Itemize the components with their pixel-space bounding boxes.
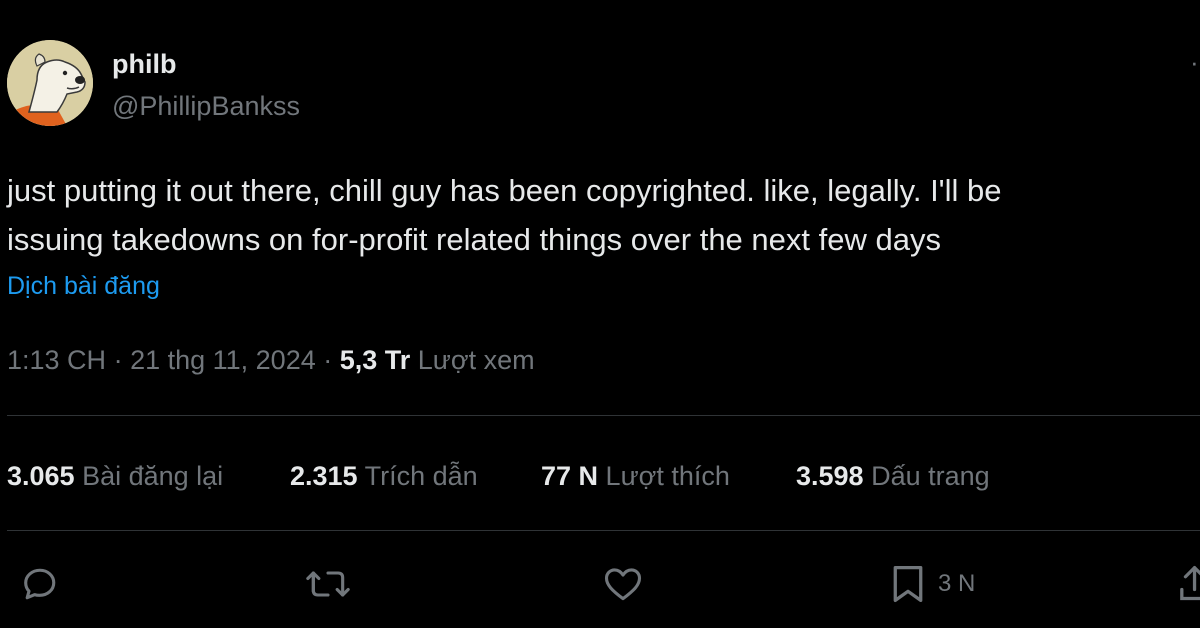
views-count[interactable]: 5,3 Tr [340,345,411,375]
share-button[interactable] [1180,562,1200,606]
reposts-label: Bài đăng lại [74,461,224,491]
tweet-text: just putting it out there, chill guy has… [7,166,1200,264]
bookmarks-label: Dấu trang [863,461,990,491]
more-icon[interactable]: · [1190,50,1200,74]
tweet-date[interactable]: 21 thg 11, 2024 [130,345,316,375]
share-icon [1180,566,1200,601]
quotes-count: 2.315 [290,461,358,491]
bookmark-icon [893,566,923,602]
meta-separator: · [106,345,131,375]
meta-separator: · [315,345,340,375]
views-label: Lượt xem [410,345,535,375]
heart-icon [604,568,642,601]
translate-post-link[interactable]: Dịch bài đăng [7,271,160,301]
chill-guy-avatar-image [7,40,93,126]
tweet-text-line: issuing takedowns on for-profit related … [7,222,941,257]
bookmarks-count: 3.598 [796,461,864,491]
reposts-stat[interactable]: 3.065 Bài đăng lại [7,460,223,492]
like-button[interactable] [601,562,645,606]
repost-icon [306,571,350,597]
quotes-label: Trích dẫn [357,461,478,491]
likes-stat[interactable]: 77 N Lượt thích [541,460,730,492]
repost-button[interactable] [304,562,352,606]
divider [7,415,1200,416]
reply-button[interactable] [18,562,62,606]
likes-label: Lượt thích [598,461,730,491]
bookmark-count: 3 N [938,570,976,597]
bookmarks-stat[interactable]: 3.598 Dấu trang [796,460,990,492]
tweet-text-line: just putting it out there, chill guy has… [7,173,1002,208]
divider [7,530,1200,531]
quotes-stat[interactable]: 2.315 Trích dẫn [290,460,478,492]
tweet-time[interactable]: 1:13 CH [7,345,106,375]
reposts-count: 3.065 [7,461,75,491]
bookmark-button[interactable]: 3 N [888,562,975,606]
avatar[interactable] [7,40,93,126]
author-display-name[interactable]: philb [112,48,176,80]
author-handle[interactable]: @PhillipBankss [112,90,300,122]
tweet-meta: 1:13 CH · 21 thg 11, 2024 · 5,3 Tr Lượt … [7,344,535,376]
likes-count: 77 N [541,461,599,491]
reply-icon [24,568,56,600]
